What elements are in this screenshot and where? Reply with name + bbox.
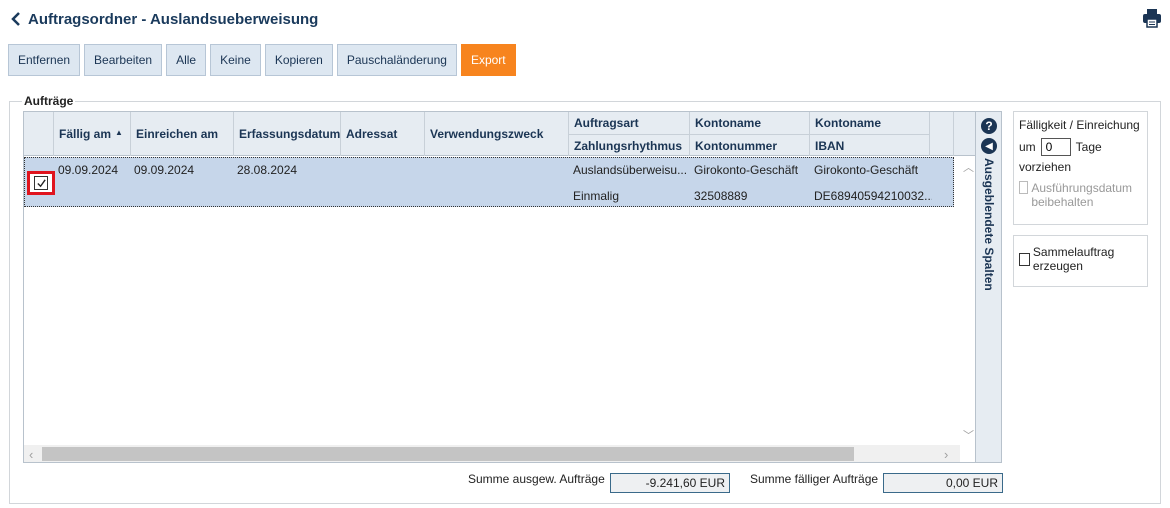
- header-faellig[interactable]: Fällig am ▲: [54, 112, 131, 156]
- cell-kontoname-2: Girokonto-Geschäft: [814, 163, 919, 177]
- grid-header: Fällig am ▲ Einreichen am Erfassungsdatu…: [24, 112, 975, 156]
- header-iban-label: IBAN: [815, 139, 845, 153]
- summe-faellig-value: 0,00 EUR: [883, 473, 1003, 493]
- cell-zahlungsrhythmus: Einmalig: [573, 189, 620, 203]
- vorziehen-label: vorziehen: [1019, 160, 1072, 174]
- toolbar: Entfernen Bearbeiten Alle Keine Kopieren…: [8, 44, 516, 76]
- hidden-columns-panel: ? ◀ Ausgeblendete Spalten: [976, 111, 1002, 463]
- header-kontoname-2[interactable]: Kontoname: [810, 112, 930, 134]
- export-button[interactable]: Export: [460, 44, 516, 76]
- table-row[interactable]: 09.09.2024 09.09.2024 28.08.2024 Ausland…: [24, 157, 954, 207]
- faelligkeit-options: Fälligkeit / Einreichung um Tage vorzieh…: [1013, 111, 1148, 225]
- header-spacer: [930, 112, 954, 156]
- header-einreichen[interactable]: Einreichen am: [131, 112, 234, 156]
- scroll-left-icon[interactable]: ‹: [29, 447, 33, 462]
- summe-ausgew-value: -9.241,60 EUR: [610, 473, 730, 493]
- cell-iban: DE68940594210032...: [814, 189, 932, 203]
- sort-asc-icon: ▲: [115, 128, 123, 137]
- header-verwendung[interactable]: Verwendungszweck: [425, 112, 569, 156]
- tage-label: Tage: [1075, 140, 1102, 154]
- sammel-options: Sammelauftrag erzeugen: [1013, 235, 1148, 287]
- header-faellig-label: Fällig am: [59, 127, 112, 141]
- ausfuehrung-checkbox[interactable]: [1019, 181, 1029, 194]
- scroll-down-icon[interactable]: ﹀: [963, 427, 974, 443]
- pauschalaenderung-button[interactable]: Pauschaländerung: [336, 44, 457, 76]
- sammel-label: Sammelauftrag erzeugen: [1032, 245, 1115, 273]
- vertical-scrollbar[interactable]: ︿ ﹀: [960, 157, 975, 447]
- header-auftragsart-label: Auftragsart: [574, 116, 639, 130]
- group-label: Aufträge: [22, 94, 76, 108]
- header-kontoname-2-label: Kontoname: [815, 116, 881, 130]
- check-icon: [34, 176, 48, 190]
- header-zahlungsrhythmus[interactable]: Zahlungsrhythmus: [569, 134, 690, 156]
- chevron-left-icon[interactable]: ◀: [981, 138, 997, 154]
- cell-einreichen: 09.09.2024: [134, 163, 195, 177]
- printer-icon[interactable]: [1142, 8, 1162, 28]
- ausfuehrung-label: Ausführungsdatum beibehalten: [1031, 181, 1133, 209]
- row-checkbox[interactable]: [27, 171, 55, 195]
- header-erfassung[interactable]: Erfassungsdatum: [234, 112, 341, 156]
- kopieren-button[interactable]: Kopieren: [264, 44, 333, 76]
- header-kontoname-1-label: Kontoname: [695, 116, 761, 130]
- keine-button[interactable]: Keine: [210, 44, 261, 76]
- header-zahlungsrhythmus-label: Zahlungsrhythmus: [574, 139, 683, 153]
- cell-kontoname-1: Girokonto-Geschäft: [694, 163, 799, 177]
- alle-button[interactable]: Alle: [166, 44, 207, 76]
- horizontal-scrollbar[interactable]: ‹ ›: [24, 445, 960, 462]
- summe-ausgew-label: Summe ausgew. Aufträge: [468, 472, 605, 486]
- faelligkeit-title: Fälligkeit / Einreichung: [1019, 118, 1140, 132]
- bearbeiten-button[interactable]: Bearbeiten: [84, 44, 163, 76]
- scroll-right-icon[interactable]: ›: [944, 447, 948, 462]
- header-adressat-label: Adressat: [346, 127, 398, 141]
- header-erfassung-label: Erfassungsdatum: [239, 127, 341, 141]
- header-einreichen-label: Einreichen am: [136, 127, 219, 141]
- header-kontoname-1[interactable]: Kontoname: [690, 112, 810, 134]
- cell-erfassung: 28.08.2024: [237, 163, 298, 177]
- back-icon[interactable]: [8, 11, 24, 27]
- header-kontonummer[interactable]: Kontonummer: [690, 134, 810, 156]
- cell-kontonummer: 32508889: [694, 189, 748, 203]
- hidden-columns-label[interactable]: Ausgeblendete Spalten: [982, 158, 996, 291]
- entfernen-button[interactable]: Entfernen: [8, 44, 81, 76]
- tage-input[interactable]: [1040, 138, 1071, 156]
- header-auftragsart[interactable]: Auftragsart: [569, 112, 690, 134]
- header-select: [24, 112, 54, 156]
- cell-faellig: 09.09.2024: [58, 163, 119, 177]
- page-header: Auftragsordner - Auslandsueberweisung: [8, 8, 318, 30]
- header-kontonummer-label: Kontonummer: [695, 139, 777, 153]
- orders-grid: Fällig am ▲ Einreichen am Erfassungsdatu…: [23, 111, 976, 463]
- scroll-up-icon[interactable]: ︿: [963, 159, 974, 175]
- help-icon[interactable]: ?: [981, 118, 997, 134]
- sammel-checkbox[interactable]: [1019, 253, 1030, 266]
- um-label: um: [1019, 140, 1036, 154]
- summe-faellig-label: Summe fälliger Aufträge: [750, 472, 879, 486]
- header-verwendung-label: Verwendungszweck: [430, 127, 544, 141]
- header-iban[interactable]: IBAN: [810, 134, 930, 156]
- scrollbar-thumb[interactable]: [42, 447, 854, 461]
- header-adressat[interactable]: Adressat: [341, 112, 425, 156]
- page-title: Auftragsordner - Auslandsueberweisung: [28, 10, 319, 28]
- cell-auftragsart: Auslandsüberweisu...: [573, 163, 688, 177]
